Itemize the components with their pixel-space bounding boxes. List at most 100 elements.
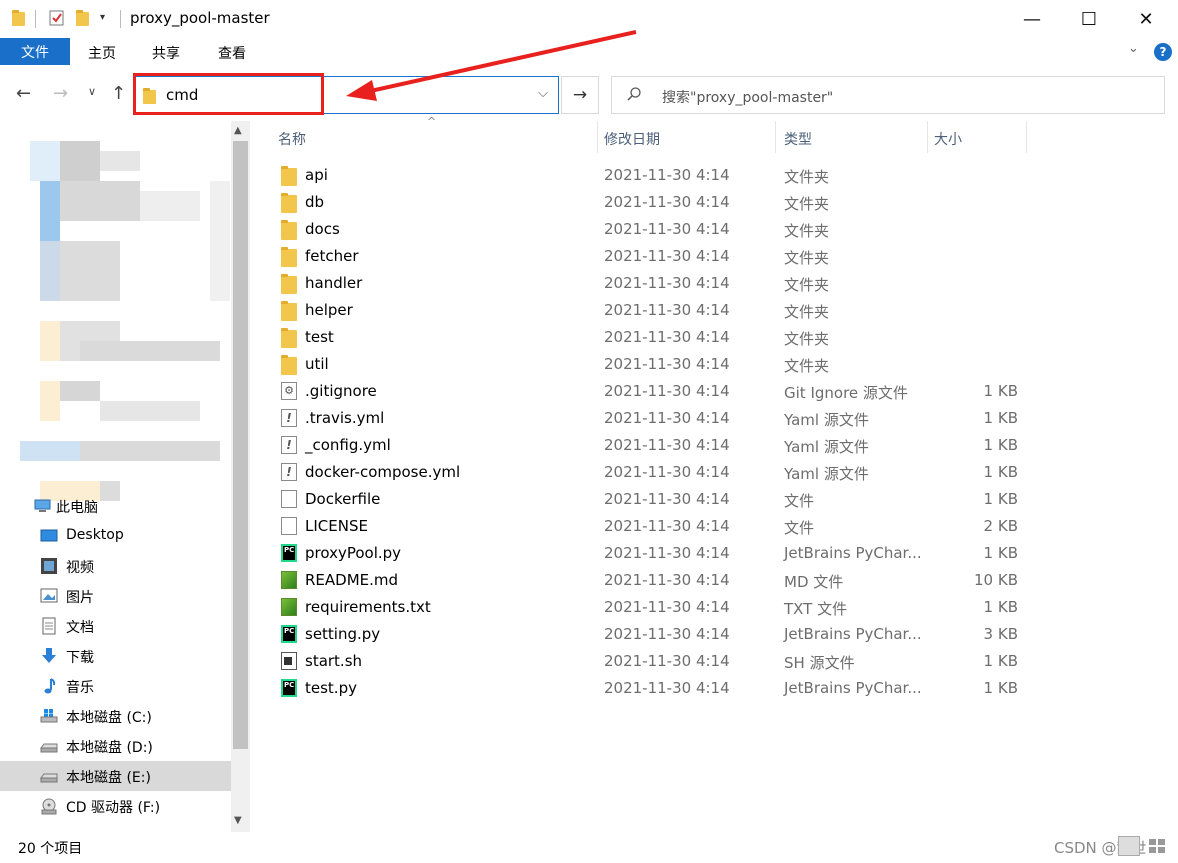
- forward-arrow-icon[interactable]: →: [53, 83, 68, 104]
- file-name: _config.yml: [305, 436, 391, 454]
- file-name: test: [305, 328, 334, 346]
- divider: [35, 10, 36, 28]
- tab-file[interactable]: 文件: [0, 38, 70, 65]
- markdown-icon: [281, 598, 297, 616]
- table-row[interactable]: LICENSE 2021-11-30 4:14 文件 2 KB: [250, 513, 1178, 540]
- table-row[interactable]: proxyPool.py 2021-11-30 4:14 JetBrains PyC…: [250, 540, 1178, 567]
- table-row[interactable]: requirements.txt 2021-11-30 4:14 TXT 文件 1 K…: [250, 594, 1178, 621]
- table-row[interactable]: ! .travis.yml 2021-11-30 4:14 Yaml 源文件 1 KB: [250, 405, 1178, 432]
- expand-ribbon-icon[interactable]: ⌄: [1128, 41, 1139, 56]
- column-header-type[interactable]: 类型: [775, 121, 927, 153]
- tab-home[interactable]: 主页: [88, 43, 116, 63]
- pycharm-icon: [281, 679, 297, 697]
- scroll-down-icon[interactable]: ▼: [234, 815, 242, 826]
- picture-icon: [40, 587, 58, 605]
- download-icon: [40, 647, 58, 665]
- drive-icon: [40, 767, 58, 785]
- large-icons-view-button[interactable]: [1146, 836, 1168, 856]
- file-size: 1 KB: [983, 544, 1018, 562]
- desktop-icon: [40, 527, 58, 545]
- column-header-size[interactable]: 大小: [927, 121, 1026, 153]
- table-row[interactable]: setting.py 2021-11-30 4:14 JetBrains PyCha…: [250, 621, 1178, 648]
- table-row[interactable]: handler 2021-11-30 4:14 文件夹: [250, 270, 1178, 297]
- scrollbar-thumb[interactable]: [233, 141, 248, 749]
- customize-toolbar-icon[interactable]: ▾: [100, 12, 105, 23]
- file-size: 3 KB: [983, 625, 1018, 643]
- file-type: Yaml 源文件: [784, 411, 869, 429]
- sidebar-item-label: 文档: [66, 620, 94, 636]
- divider: [120, 10, 121, 28]
- properties-icon[interactable]: [48, 9, 66, 31]
- file-date: 2021-11-30 4:14: [604, 328, 730, 346]
- file-date: 2021-11-30 4:14: [604, 490, 730, 508]
- file-type: 文件夹: [784, 168, 830, 186]
- go-button[interactable]: →: [561, 76, 599, 114]
- file-date: 2021-11-30 4:14: [604, 652, 730, 670]
- table-row[interactable]: ! _config.yml 2021-11-30 4:14 Yaml 源文件 1 KB: [250, 432, 1178, 459]
- file-date: 2021-11-30 4:14: [604, 166, 730, 184]
- file-type: SH 源文件: [784, 654, 855, 672]
- file-name: proxyPool.py: [305, 544, 402, 562]
- file-name: docker-compose.yml: [305, 463, 461, 481]
- sidebar-item-label: 本地磁盘 (D:): [66, 740, 153, 756]
- file-type: JetBrains PyChar...: [784, 679, 922, 697]
- file-date: 2021-11-30 4:14: [604, 247, 730, 265]
- sidebar-item-drive-c[interactable]: 本地磁盘 (C:): [0, 701, 231, 731]
- column-divider[interactable]: [1026, 121, 1027, 153]
- sidebar-item-videos[interactable]: 视频: [0, 551, 231, 581]
- file-name: README.md: [305, 571, 399, 589]
- item-count: 20 个项目: [18, 841, 83, 857]
- table-row[interactable]: ⚙ .gitignore 2021-11-30 4:14 Git Ignore 源文件…: [250, 378, 1178, 405]
- close-button[interactable]: ✕: [1117, 0, 1175, 38]
- file-date: 2021-11-30 4:14: [604, 436, 730, 454]
- chevron-down-icon[interactable]: ⌵: [538, 86, 548, 101]
- folder-icon: [281, 220, 297, 240]
- file-name: Dockerfile: [305, 490, 381, 508]
- back-arrow-icon[interactable]: ←: [16, 83, 31, 104]
- new-folder-icon[interactable]: [76, 10, 89, 26]
- sidebar-item-this-pc[interactable]: 此电脑: [0, 491, 231, 521]
- sidebar-item-documents[interactable]: 文档: [0, 611, 231, 641]
- file-type: MD 文件: [784, 573, 844, 591]
- table-row[interactable]: api 2021-11-30 4:14 文件夹: [250, 162, 1178, 189]
- folder-icon: [281, 247, 297, 267]
- tab-view[interactable]: 查看: [218, 43, 246, 63]
- table-row[interactable]: Dockerfile 2021-11-30 4:14 文件 1 KB: [250, 486, 1178, 513]
- sidebar-item-drive-f[interactable]: CD 驱动器 (F:): [0, 791, 231, 821]
- file-date: 2021-11-30 4:14: [604, 355, 730, 373]
- table-row[interactable]: test.py 2021-11-30 4:14 JetBrains PyChar..…: [250, 675, 1178, 702]
- table-row[interactable]: fetcher 2021-11-30 4:14 文件夹: [250, 243, 1178, 270]
- search-input[interactable]: 搜索"proxy_pool-master": [611, 76, 1165, 114]
- minimize-button[interactable]: —: [1003, 0, 1061, 38]
- sidebar-item-music[interactable]: 音乐: [0, 671, 231, 701]
- table-row[interactable]: ! docker-compose.yml 2021-11-30 4:14 Yaml 源…: [250, 459, 1178, 486]
- file-date: 2021-11-30 4:14: [604, 274, 730, 292]
- sidebar-item-pictures[interactable]: 图片: [0, 581, 231, 611]
- sidebar-item-drive-e[interactable]: 本地磁盘 (E:): [0, 761, 231, 791]
- table-row[interactable]: test 2021-11-30 4:14 文件夹: [250, 324, 1178, 351]
- table-row[interactable]: docs 2021-11-30 4:14 文件夹: [250, 216, 1178, 243]
- file-type: JetBrains PyChar...: [784, 625, 922, 643]
- navigation-scrollbar[interactable]: ▲ ▼: [231, 121, 250, 832]
- details-view-button[interactable]: [1118, 836, 1140, 856]
- shell-icon: [281, 652, 297, 670]
- up-arrow-icon[interactable]: ↑: [111, 83, 126, 104]
- table-row[interactable]: helper 2021-11-30 4:14 文件夹: [250, 297, 1178, 324]
- sidebar-item-downloads[interactable]: 下载: [0, 641, 231, 671]
- sidebar-item-drive-d[interactable]: 本地磁盘 (D:): [0, 731, 231, 761]
- folder-icon: [281, 328, 297, 348]
- table-row[interactable]: db 2021-11-30 4:14 文件夹: [250, 189, 1178, 216]
- table-row[interactable]: util 2021-11-30 4:14 文件夹: [250, 351, 1178, 378]
- help-button[interactable]: ?: [1154, 43, 1172, 61]
- column-header-name[interactable]: 名称: [250, 121, 597, 153]
- column-header-date[interactable]: 修改日期: [597, 121, 775, 153]
- file-size: 1 KB: [983, 490, 1018, 508]
- file-size: 10 KB: [974, 571, 1018, 589]
- table-row[interactable]: start.sh 2021-11-30 4:14 SH 源文件 1 KB: [250, 648, 1178, 675]
- tab-share[interactable]: 共享: [152, 43, 180, 63]
- recent-locations-icon[interactable]: ∨: [88, 85, 96, 98]
- maximize-button[interactable]: ☐: [1060, 0, 1118, 38]
- table-row[interactable]: README.md 2021-11-30 4:14 MD 文件 10 KB: [250, 567, 1178, 594]
- scroll-up-icon[interactable]: ▲: [234, 125, 242, 136]
- sidebar-item-desktop[interactable]: Desktop: [0, 521, 231, 551]
